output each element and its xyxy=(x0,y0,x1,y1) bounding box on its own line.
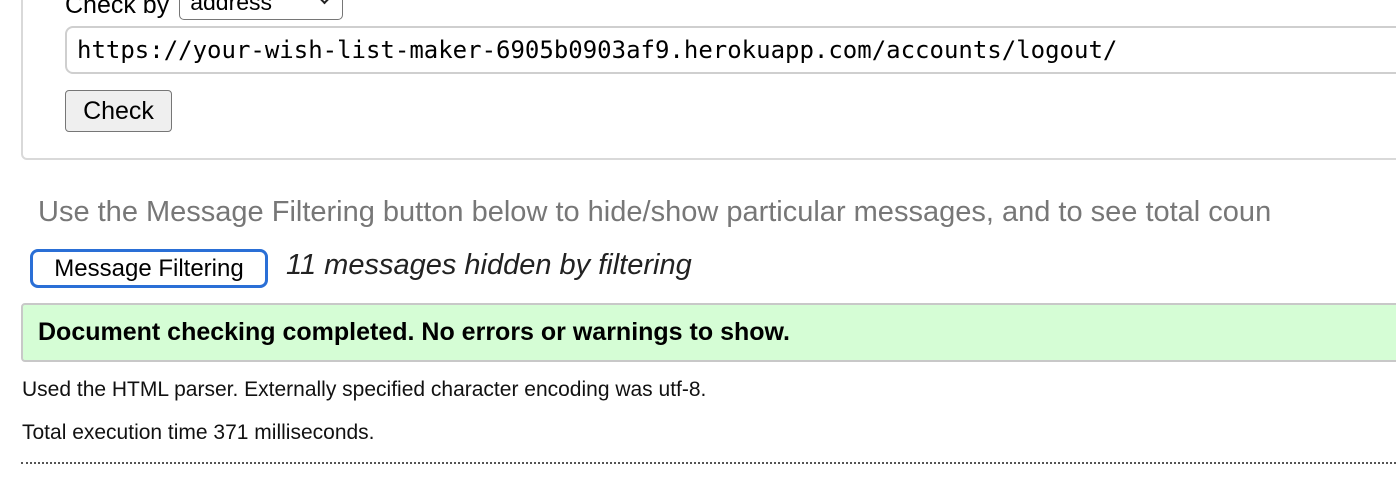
message-filtering-button[interactable]: Message Filtering xyxy=(30,249,268,288)
parser-info-text: Used the HTML parser. Externally specifi… xyxy=(22,378,707,401)
check-by-label: Check by xyxy=(65,0,170,19)
filtering-hint-text: Use the Message Filtering button below t… xyxy=(38,196,1272,228)
check-form-fieldset xyxy=(21,0,1396,160)
check-button[interactable]: Check xyxy=(65,90,172,132)
check-by-row: Check by address xyxy=(65,0,344,20)
url-input[interactable] xyxy=(65,26,1396,74)
execution-time-text: Total execution time 371 milliseconds. xyxy=(22,421,375,444)
check-by-selected-value: address xyxy=(190,0,273,15)
chevron-down-icon xyxy=(316,0,333,5)
success-message-text: Document checking completed. No errors o… xyxy=(38,318,790,346)
check-by-select[interactable]: address xyxy=(179,0,344,20)
hidden-messages-count: 11 messages hidden by filtering xyxy=(286,249,692,281)
dotted-divider xyxy=(21,462,1396,464)
